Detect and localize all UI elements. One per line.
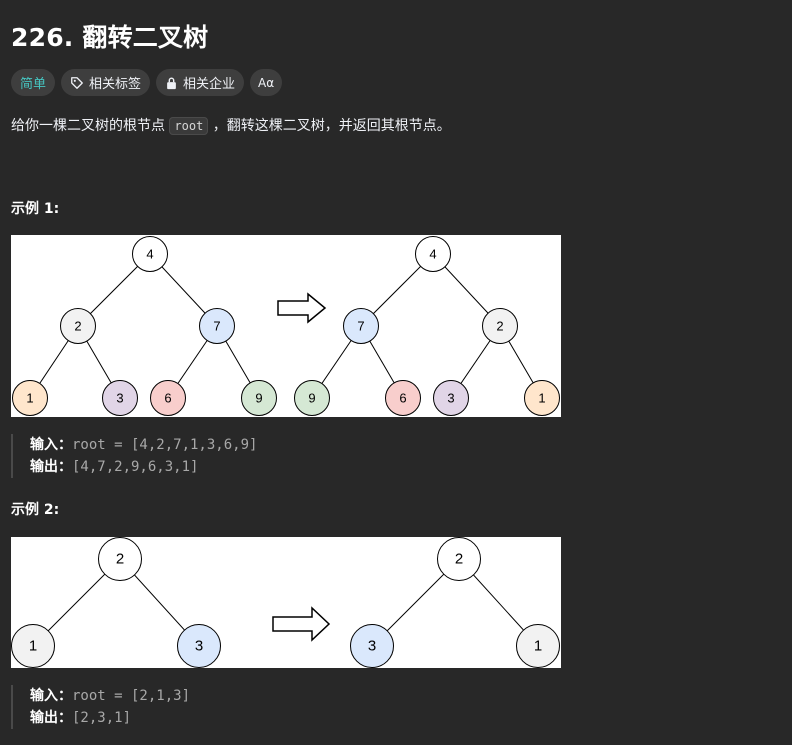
related-companies-button[interactable]: 相关企业 [156, 69, 245, 96]
output-value: [2,3,1] [72, 710, 132, 726]
tag-icon [71, 76, 83, 89]
node-label: 3 [368, 638, 376, 655]
node-label: 1 [534, 638, 542, 655]
related-companies-label: 相关企业 [183, 77, 236, 92]
page-title: 226. 翻转二叉树 [11, 23, 209, 52]
node-label: 2 [455, 551, 463, 568]
node-label: 1 [538, 391, 545, 406]
node-label: 4 [146, 247, 153, 262]
output-label: 输出： [30, 710, 72, 726]
example-1-title: 示例 1: [11, 201, 60, 217]
tag-bar: 简单 相关标签 相关企业 Aα [11, 69, 283, 96]
node-label: 2 [496, 319, 503, 334]
node-label: 4 [429, 247, 436, 262]
difficulty-badge[interactable]: 简单 [11, 69, 56, 96]
example-2-figure: 2 1 3 2 3 1 [11, 537, 561, 668]
node-label: 9 [255, 391, 262, 406]
arrow-right-icon [277, 292, 327, 324]
node-label: 6 [399, 391, 406, 406]
input-value: root = [4,2,7,1,3,6,9] [72, 437, 258, 453]
output-label: 输出： [30, 459, 72, 475]
example-2-title: 示例 2: [11, 502, 60, 518]
problem-description: 给你一棵二叉树的根节点 root ，翻转这棵二叉树，并返回其根节点。 [11, 116, 451, 136]
node-label: 3 [116, 391, 123, 406]
arrow-right-icon [272, 606, 331, 642]
font-toggle-icon: Aα [258, 75, 275, 90]
node-label: 3 [195, 638, 203, 655]
related-topics-button[interactable]: 相关标签 [61, 69, 151, 96]
node-label: 7 [213, 319, 220, 334]
node-label: 3 [447, 391, 454, 406]
node-label: 7 [357, 319, 364, 334]
lock-icon [167, 77, 176, 89]
node-label: 2 [74, 319, 81, 334]
output-value: [4,7,2,9,6,3,1] [72, 459, 199, 475]
input-label: 输入： [30, 688, 72, 704]
input-label: 输入： [30, 437, 72, 453]
node-label: 2 [116, 551, 124, 568]
example-1-figure: 4 2 7 1 3 6 9 4 7 2 9 6 3 1 [11, 235, 561, 417]
input-value: root = [2,1,3] [72, 688, 191, 704]
node-label: 1 [26, 391, 33, 406]
example-1-io: 输入：root = [4,2,7,1,3,6,9] 输出：[4,7,2,9,6,… [11, 434, 257, 478]
example-2-io: 输入：root = [2,1,3] 输出：[2,3,1] [11, 685, 190, 729]
node-label: 1 [29, 638, 37, 655]
root-code: root [169, 117, 209, 135]
description-text-before: 给你一棵二叉树的根节点 [11, 118, 170, 134]
node-label: 9 [308, 391, 315, 406]
font-toggle-button[interactable]: Aα [250, 69, 283, 96]
related-topics-label: 相关标签 [89, 77, 142, 92]
description-text-after: ，翻转这棵二叉树，并返回其根节点。 [208, 118, 451, 134]
node-label: 6 [164, 391, 171, 406]
